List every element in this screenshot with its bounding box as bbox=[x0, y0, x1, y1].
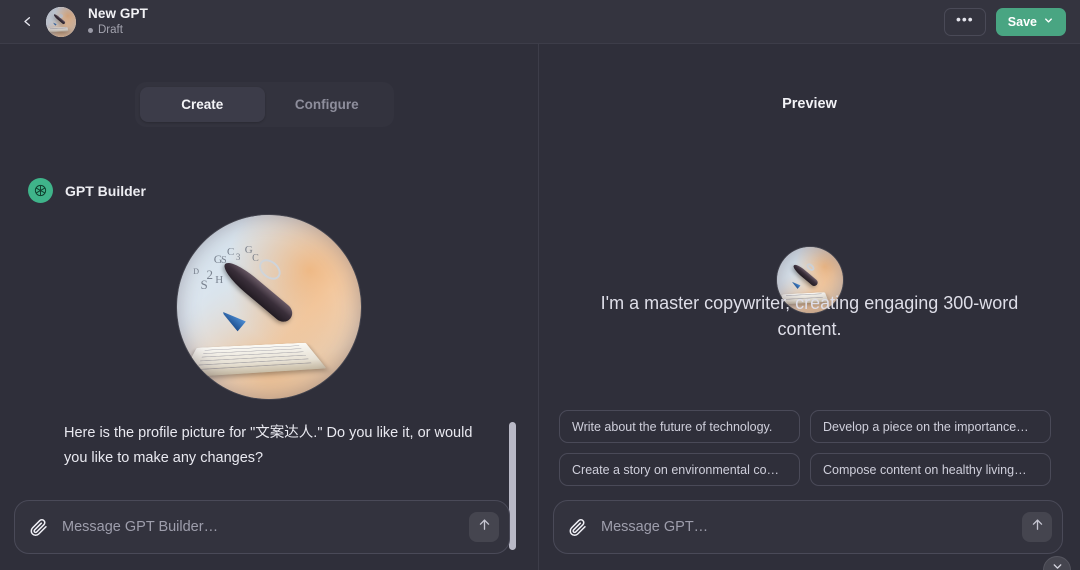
preview-composer: Message GPT… bbox=[553, 500, 1063, 554]
status-dot-icon bbox=[88, 27, 93, 33]
generated-profile-picture[interactable]: C G G S 3 C 2 H S D bbox=[177, 215, 361, 399]
preview-send-button[interactable] bbox=[1022, 512, 1052, 542]
chevron-left-icon bbox=[20, 14, 35, 29]
chat-scrollbar-thumb[interactable] bbox=[509, 422, 516, 550]
preview-title: Preview bbox=[782, 96, 837, 112]
suggestion-chip[interactable]: Write about the future of technology. bbox=[559, 410, 800, 443]
tab-create[interactable]: Create bbox=[140, 87, 265, 122]
suggestion-chip[interactable]: Compose content on healthy living… bbox=[810, 453, 1051, 486]
page-title: New GPT bbox=[88, 6, 148, 22]
chevron-down-icon bbox=[1051, 560, 1064, 570]
chat-image-row: C G G S 3 C 2 H S D bbox=[0, 215, 538, 399]
builder-pane: Create Configure GPT Builder C G G S 3 C… bbox=[0, 44, 538, 570]
app-header: New GPT Draft ••• Save bbox=[0, 0, 1080, 44]
preview-tagline: I'm a master copywriter, creating engagi… bbox=[600, 293, 1019, 340]
save-button[interactable]: Save bbox=[995, 7, 1066, 36]
save-button-label: Save bbox=[1007, 14, 1037, 29]
arrow-up-icon bbox=[477, 517, 492, 537]
header-meta: New GPT Draft bbox=[88, 6, 148, 37]
assistant-header: GPT Builder bbox=[28, 178, 146, 203]
builder-composer: Message GPT Builder… bbox=[14, 500, 510, 554]
status-label: Draft bbox=[98, 23, 123, 36]
chat-scrollbar[interactable] bbox=[509, 422, 516, 550]
suggestion-chips: Write about the future of technology. De… bbox=[559, 410, 1060, 486]
suggestion-chip[interactable]: Develop a piece on the importance… bbox=[810, 410, 1051, 443]
more-options-button[interactable]: ••• bbox=[943, 7, 986, 36]
suggestion-chip[interactable]: Create a story on environmental co… bbox=[559, 453, 800, 486]
preview-pane: Preview I'm a master copywriter, creatin… bbox=[539, 44, 1080, 570]
builder-message-input[interactable]: Message GPT Builder… bbox=[62, 519, 469, 535]
builder-tabs: Create Configure bbox=[135, 82, 394, 127]
openai-logo-icon bbox=[28, 178, 53, 203]
tab-configure[interactable]: Configure bbox=[265, 87, 390, 122]
back-button[interactable] bbox=[14, 9, 40, 35]
assistant-name: GPT Builder bbox=[65, 182, 146, 199]
gpt-editor-window: New GPT Draft ••• Save Create Configure bbox=[0, 0, 1080, 570]
arrow-up-icon bbox=[1030, 517, 1045, 537]
status-badge: Draft bbox=[88, 24, 148, 37]
gpt-avatar bbox=[46, 6, 76, 37]
builder-send-button[interactable] bbox=[469, 512, 499, 542]
paperclip-icon[interactable] bbox=[29, 518, 48, 537]
paperclip-icon[interactable] bbox=[568, 518, 587, 537]
chevron-down-icon bbox=[1043, 15, 1054, 29]
preview-message-input[interactable]: Message GPT… bbox=[601, 519, 1022, 535]
chat-scroll-region: C G G S 3 C 2 H S D Here is the profile … bbox=[0, 209, 538, 549]
assistant-message: Here is the profile picture for "文案达人." … bbox=[64, 425, 473, 466]
header-actions: ••• Save bbox=[943, 7, 1066, 36]
